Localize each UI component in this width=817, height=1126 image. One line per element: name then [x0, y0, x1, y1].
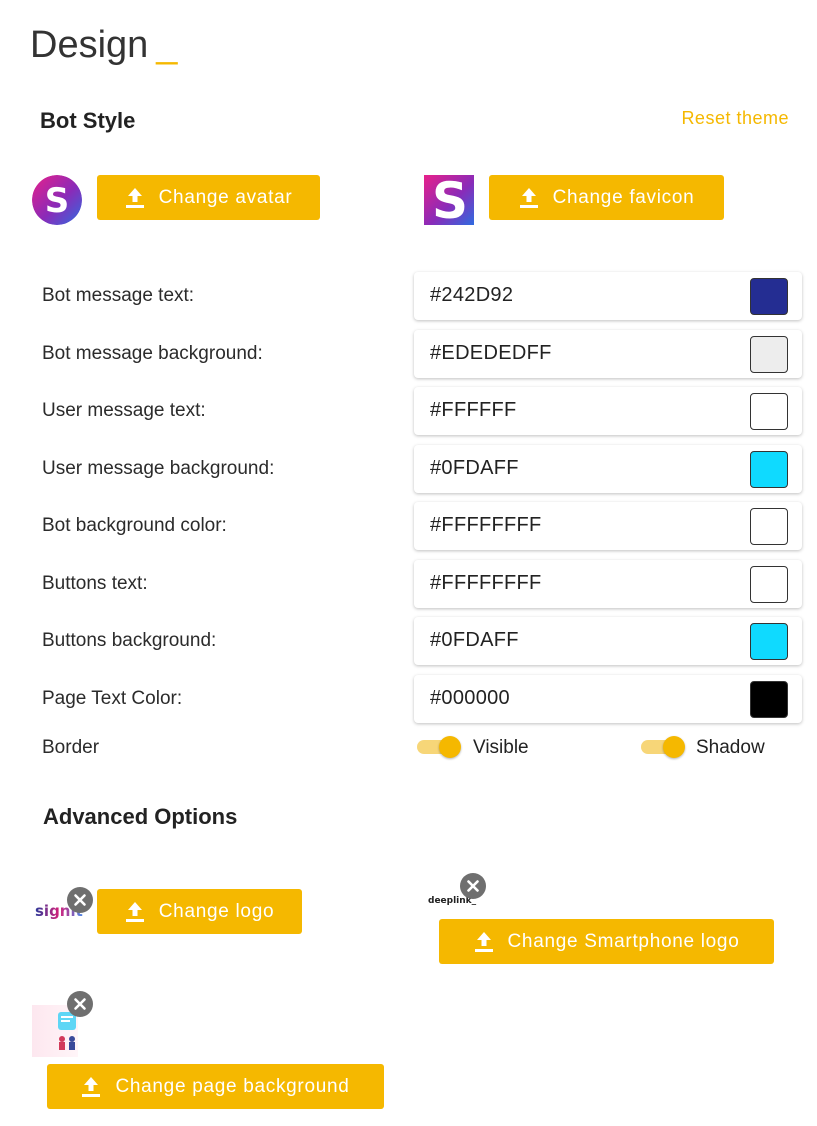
- color-value[interactable]: #242D92: [430, 284, 513, 307]
- change-smartphone-logo-label: Change Smartphone logo: [507, 930, 740, 952]
- advanced-options-heading: Advanced Options: [43, 804, 238, 829]
- change-favicon-label: Change favicon: [552, 186, 695, 208]
- border-shadow-label: Shadow: [696, 737, 765, 758]
- page-title: Design _: [30, 24, 177, 67]
- change-logo-button[interactable]: Change logo: [97, 889, 302, 934]
- color-swatch[interactable]: [750, 278, 788, 315]
- upload-icon: [81, 1076, 101, 1098]
- change-avatar-label: Change avatar: [158, 186, 293, 208]
- color-swatch[interactable]: [750, 508, 788, 545]
- svg-text:S: S: [45, 181, 70, 221]
- change-logo-label: Change logo: [158, 900, 275, 922]
- color-swatch[interactable]: [750, 681, 788, 718]
- color-label: Page Text Color:: [42, 688, 183, 709]
- color-field-bot-message-text[interactable]: #242D92: [414, 272, 802, 320]
- color-value[interactable]: #000000: [430, 687, 510, 710]
- color-value[interactable]: #FFFFFFFF: [430, 514, 542, 537]
- color-label: Bot background color:: [42, 515, 227, 536]
- favicon-image: S: [424, 175, 474, 225]
- color-label: Buttons background:: [42, 630, 217, 651]
- border-visible-toggle[interactable]: [417, 734, 463, 760]
- color-field-user-message-text[interactable]: #FFFFFF: [414, 387, 802, 435]
- color-swatch[interactable]: [750, 566, 788, 603]
- color-field-bot-message-background[interactable]: #EDEDEDFF: [414, 330, 802, 378]
- remove-logo-icon[interactable]: [67, 887, 93, 913]
- bot-style-heading: Bot Style: [40, 108, 136, 133]
- color-value[interactable]: #FFFFFF: [430, 399, 517, 422]
- color-field-user-message-background[interactable]: #0FDAFF: [414, 445, 802, 493]
- color-value[interactable]: #0FDAFF: [430, 457, 519, 480]
- upload-icon: [125, 901, 145, 923]
- svg-text:S: S: [432, 175, 468, 225]
- color-label: Bot message background:: [42, 343, 263, 364]
- page-title-accent: _: [156, 24, 178, 66]
- toggle-knob: [439, 736, 461, 758]
- change-page-background-label: Change page background: [115, 1075, 350, 1097]
- color-field-buttons-text[interactable]: #FFFFFFFF: [414, 560, 802, 608]
- toggle-knob: [663, 736, 685, 758]
- color-label: Buttons text:: [42, 573, 148, 594]
- color-field-bot-background[interactable]: #FFFFFFFF: [414, 502, 802, 550]
- avatar-image: S: [32, 175, 82, 225]
- color-field-buttons-background[interactable]: #0FDAFF: [414, 617, 802, 665]
- color-field-page-text-color[interactable]: #000000: [414, 675, 802, 723]
- color-value[interactable]: #0FDAFF: [430, 629, 519, 652]
- color-value[interactable]: #FFFFFFFF: [430, 572, 542, 595]
- change-avatar-button[interactable]: Change avatar: [97, 175, 320, 220]
- page-title-text: Design: [30, 24, 149, 66]
- border-shadow-toggle[interactable]: [641, 734, 687, 760]
- color-swatch[interactable]: [750, 393, 788, 430]
- upload-icon: [474, 931, 494, 953]
- upload-icon: [125, 187, 145, 209]
- color-swatch[interactable]: [750, 451, 788, 488]
- change-page-background-button[interactable]: Change page background: [47, 1064, 384, 1109]
- color-swatch[interactable]: [750, 336, 788, 373]
- remove-smartphone-logo-icon[interactable]: [460, 873, 486, 899]
- color-swatch[interactable]: [750, 623, 788, 660]
- color-label: Bot message text:: [42, 285, 195, 306]
- reset-theme-link[interactable]: Reset theme: [681, 108, 789, 129]
- border-visible-label: Visible: [473, 737, 529, 758]
- upload-icon: [519, 187, 539, 209]
- remove-page-background-icon[interactable]: [67, 991, 93, 1017]
- change-smartphone-logo-button[interactable]: Change Smartphone logo: [439, 919, 774, 964]
- border-label: Border: [42, 737, 100, 758]
- color-label: User message text:: [42, 400, 206, 421]
- color-value[interactable]: #EDEDEDFF: [430, 342, 552, 365]
- change-favicon-button[interactable]: Change favicon: [489, 175, 724, 220]
- color-label: User message background:: [42, 458, 275, 479]
